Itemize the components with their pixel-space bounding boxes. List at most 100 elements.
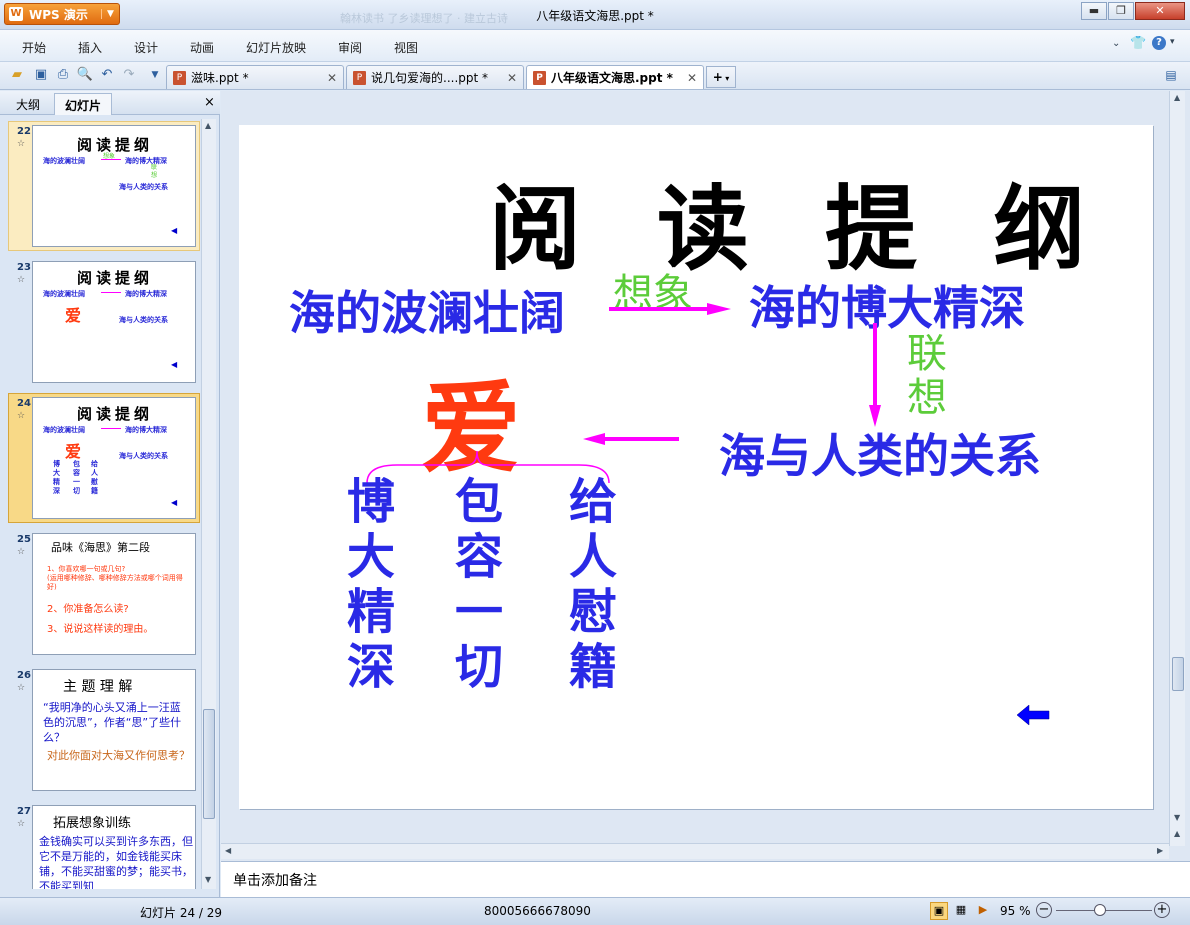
thumb-col-3: 给人慰籍 (91, 460, 98, 495)
tab-label: 八年级语文海思.ppt * (551, 71, 673, 85)
thumbnail-22[interactable]: 22 ☆ 阅读提纲 海的波澜壮阔 想象 海的博大精深 联想 海与人类的关系 ◀ (8, 121, 200, 251)
save-icon[interactable]: ▣ (32, 66, 50, 84)
back-arrow-icon[interactable] (1016, 704, 1050, 726)
help-dropdown-icon[interactable]: ▾ (1170, 37, 1175, 47)
collapse-ribbon-icon[interactable]: ⌄ (1112, 38, 1120, 49)
normal-view-icon[interactable]: ▣ (930, 902, 948, 920)
close-window-button[interactable]: ✕ (1135, 2, 1185, 20)
close-tab-icon[interactable]: ✕ (327, 71, 337, 85)
thumb-title: 拓展想象训练 (53, 816, 132, 831)
thumbnail-25[interactable]: 25 ☆ 品味《海思》第二段 1、你喜欢哪一句或几句? (运用哪种修辞、哪种修辞… (8, 529, 200, 659)
tab-doc-3[interactable]: P 八年级语文海思.ppt * ✕ (526, 65, 704, 89)
redo-icon[interactable]: ↷ (120, 66, 138, 84)
zoom-in-icon[interactable]: + (1154, 902, 1170, 918)
current-slide[interactable]: 阅 读 提 纲 海的波澜壮阔 想象 海的博大精深 联 想 海与人类的关系 爱 博… (239, 125, 1153, 809)
back-arrow-icon: ◀ (171, 226, 178, 235)
menu-insert[interactable]: 插入 (78, 39, 102, 56)
thumb-q2: 2、你准备怎么读? (47, 604, 129, 615)
animation-star-icon: ☆ (17, 547, 26, 557)
scroll-right-icon[interactable]: ▶ (1157, 846, 1163, 855)
column-1-char: 大 (347, 529, 396, 585)
slide-number: 25 (17, 534, 31, 545)
menu-animation[interactable]: 动画 (190, 39, 214, 56)
scroll-up-icon[interactable]: ▲ (205, 121, 211, 130)
slide-number: 24 (17, 398, 31, 409)
close-tab-icon[interactable]: ✕ (687, 71, 697, 85)
scrollbar-thumb[interactable] (203, 709, 215, 819)
thumbnail-27[interactable]: 27 ☆ 拓展想象训练 金钱确实可以买到许多东西，但它不是万能的，如金钱能买床铺… (8, 801, 200, 889)
new-tab-button[interactable]: + ▾ (706, 66, 736, 88)
thumbnail-24[interactable]: 24 ☆ 阅读提纲 海的波澜壮阔 海的博大精深 爱 海与人类的关系 博大精深 包… (8, 393, 200, 523)
menu-design[interactable]: 设计 (134, 39, 158, 56)
thumbnail-23[interactable]: 23 ☆ 阅读提纲 海的波澜壮阔 海的博大精深 爱 海与人类的关系 ◀ (8, 257, 200, 387)
print-icon[interactable]: ⎙ (54, 66, 72, 84)
scroll-down-icon[interactable]: ▼ (1174, 813, 1180, 822)
thumbnail-list: 22 ☆ 阅读提纲 海的波澜壮阔 想象 海的博大精深 联想 海与人类的关系 ◀ … (8, 119, 200, 889)
thumb-text-g2: 联想 (151, 164, 158, 179)
print-preview-icon[interactable]: 🔍 (76, 66, 94, 84)
thumb-text-3: 海与人类的关系 (119, 316, 168, 324)
slide-number: 22 (17, 126, 31, 137)
editor-vscrollbar[interactable]: ▲ ▼ ▲ (1169, 91, 1185, 846)
sorter-view-icon[interactable]: ▦ (952, 902, 970, 920)
thumb-love: 爱 (65, 306, 82, 325)
status-code: 80005666678090 (484, 904, 591, 918)
thumb-q3: 3、说说这样读的理由。 (47, 624, 154, 635)
menu-start[interactable]: 开始 (22, 39, 46, 56)
quick-toolbar: ▰ ▣ ⎙ 🔍 ↶ ↷ ▼ P 滋味.ppt * ✕ P 说几句爱海的....p… (0, 62, 1190, 90)
slide-number: 26 (17, 670, 31, 681)
animation-star-icon: ☆ (17, 275, 26, 285)
close-tab-icon[interactable]: ✕ (507, 71, 517, 85)
panel-tabs: 大纲 幻灯片 × (0, 91, 220, 115)
menu-bar: 开始 插入 设计 动画 幻灯片放映 审阅 视图 ⌄ 👕 ? ▾ (0, 30, 1190, 62)
column-1-char: 精 (347, 584, 396, 640)
animation-star-icon: ☆ (17, 411, 26, 421)
minimize-button[interactable]: ▬ (1081, 2, 1107, 20)
thumbnail-slide: 品味《海思》第二段 1、你喜欢哪一句或几句? (运用哪种修辞、哪种修辞方法或哪个… (32, 533, 196, 655)
toolbar-dropdown-icon[interactable]: ▼ (146, 66, 164, 84)
zoom-level: 95 % (1000, 904, 1031, 918)
zoom-slider-thumb[interactable] (1094, 904, 1106, 916)
column-1-char: 博 (347, 474, 396, 530)
column-3-char: 人 (569, 529, 618, 585)
tab-slides[interactable]: 幻灯片 (54, 93, 113, 115)
skin-icon[interactable]: 👕 (1130, 36, 1146, 51)
window-title: 八年级语文海思.ppt * (536, 9, 654, 23)
thumb-text-1: 海的波澜壮阔 (43, 426, 85, 434)
scroll-left-icon[interactable]: ◀ (225, 846, 231, 855)
thumb-q1b: (运用哪种修辞、哪种修辞方法或哪个词用得好) (47, 574, 183, 591)
prev-slide-icon[interactable]: ▲ (1174, 829, 1180, 838)
column-3: 给 人 慰 籍 (569, 475, 623, 695)
tab-outline[interactable]: 大纲 (6, 93, 50, 115)
column-1-char: 深 (347, 639, 396, 695)
slideshow-icon[interactable]: ▶ (974, 902, 992, 920)
notes-pane[interactable]: 单击添加备注 (221, 861, 1190, 897)
editor-hscrollbar[interactable]: ◀ ▶ (221, 843, 1169, 859)
tab-doc-1[interactable]: P 滋味.ppt * ✕ (166, 65, 344, 89)
close-panel-icon[interactable]: × (204, 95, 215, 110)
thumb-col-2: 包容一切 (73, 460, 80, 495)
thumb-text-2: 海的博大精深 (125, 290, 167, 298)
thumbnail-26[interactable]: 26 ☆ 主 题 理 解 “我明净的心头又涌上一汪蓝色的沉思”，作者“思”了些什… (8, 665, 200, 795)
slide-arrows (366, 303, 1050, 726)
menu-slideshow[interactable]: 幻灯片放映 (246, 39, 306, 56)
thumb-text-1: 海的波澜壮阔 (43, 290, 85, 298)
thumb-text-3: 海与人类的关系 (119, 452, 168, 460)
thumbnail-slide: 阅读提纲 海的波澜壮阔 海的博大精深 爱 海与人类的关系 博大精深 包容一切 给… (32, 397, 196, 519)
scrollbar-thumb[interactable] (1172, 657, 1184, 691)
column-2: 包 容 一 切 (455, 475, 509, 695)
thumbnail-slide: 阅读提纲 海的波澜壮阔 海的博大精深 爱 海与人类的关系 ◀ (32, 261, 196, 383)
column-2-char: 一 (455, 584, 504, 640)
menu-review[interactable]: 审阅 (338, 39, 362, 56)
maximize-button[interactable]: ❐ (1108, 2, 1134, 20)
menu-view[interactable]: 视图 (394, 39, 418, 56)
undo-icon[interactable]: ↶ (98, 66, 116, 84)
scroll-up-icon[interactable]: ▲ (1174, 93, 1180, 102)
window-layout-icon[interactable]: ▤ (1162, 66, 1180, 84)
open-icon[interactable]: ▰ (8, 66, 26, 84)
help-icon[interactable]: ? (1152, 36, 1166, 50)
scroll-down-icon[interactable]: ▼ (205, 875, 211, 884)
zoom-out-icon[interactable]: − (1036, 902, 1052, 918)
panel-scrollbar[interactable]: ▲ ▼ (201, 119, 216, 889)
tab-doc-2[interactable]: P 说几句爱海的....ppt * ✕ (346, 65, 524, 89)
